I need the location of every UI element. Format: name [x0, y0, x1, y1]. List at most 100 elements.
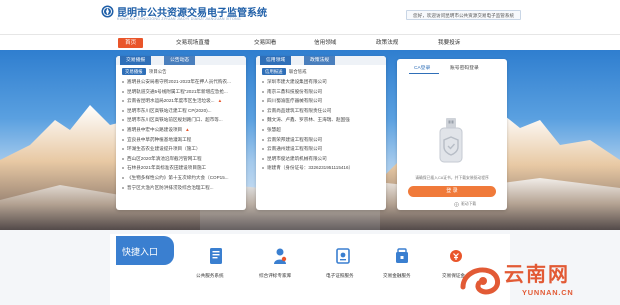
header: 昆明市公共资源交易电子监管系统 KUNMING GONGGONG ZIYUAN … [0, 0, 620, 34]
quick-item-expert-library[interactable]: 综合评标专家库 [259, 273, 291, 279]
login-button[interactable]: 登 录 [408, 186, 496, 197]
table-cell: 谢建青（身份证号：3326231951115416） [267, 165, 354, 171]
hot-flame-icon: ▲ [185, 126, 190, 132]
table-cell: 深圳市建大建设集团有限公司 [267, 79, 327, 84]
list-item[interactable]: 环湖生态农业建设提升项目（施工） [120, 144, 242, 154]
list-item[interactable]: 昆明市东川区高铁站前区规划路门口、超市等... [120, 115, 242, 125]
table-row[interactable]: 南京三鼎科技股份有限公司 [260, 87, 382, 97]
bullet-icon [262, 100, 264, 103]
bullet-icon [262, 128, 264, 131]
bullet-icon [122, 128, 124, 131]
table-row[interactable]: 云南尚品建筑工程有限责任公司 [260, 106, 382, 116]
bullet-icon [262, 109, 264, 112]
active-tab-underline [409, 73, 439, 74]
public-service-icon[interactable] [209, 247, 223, 265]
bullet-icon [122, 81, 124, 83]
e-license-icon[interactable] [336, 247, 350, 265]
nav-policy[interactable]: 政策法规 [376, 38, 398, 48]
table-row[interactable]: 张慧超 [260, 125, 382, 135]
quick-item-public-service[interactable]: 公共服务系统 [196, 273, 224, 279]
nav-replay[interactable]: 交易回看 [254, 38, 276, 48]
bullet-icon [262, 119, 264, 122]
quick-item-e-license[interactable]: 电子证照服务 [326, 273, 354, 279]
trading-news-panel: 交易播报 公告动态 交易播报 项目公告 嵩明县公安局看守所2021-2023年在… [116, 56, 246, 210]
tab-password-login[interactable]: 账号密码登录 [450, 64, 479, 71]
list-item[interactable]: 昆明市东川区高铁站迁建工程 CP(2020)... [120, 106, 242, 116]
bullet-icon [262, 148, 264, 151]
list-item[interactable]: 宜良县中草药种植基地灌溉工程 [120, 135, 242, 145]
list-item[interactable]: 嵩明县中宏中公路建设项目 ▲ [120, 125, 242, 135]
quick-item-finance-service[interactable]: 交易金融服务 [383, 273, 411, 279]
table-cell: 张慧超 [267, 126, 281, 132]
table-cell: 云南通州建设工程有限公司 [267, 146, 323, 152]
list-item[interactable]: 西山区2020年滇池沿岸截污管网工程 [120, 154, 242, 164]
quick-entry-title: 快捷入口 [122, 247, 159, 257]
hot-flame-icon: ▲ [217, 98, 223, 104]
tab-notice-updates[interactable]: 公告动态 [164, 56, 196, 65]
tab-credit-field[interactable]: 信用领域 [260, 56, 292, 65]
download-icon [454, 202, 459, 207]
nav-home[interactable]: 首页 [118, 38, 144, 48]
emblem-icon [101, 5, 114, 18]
table-row[interactable]: 四川蜀渝医疗器械有限公司 [260, 96, 382, 106]
trading-panel-tabs: 交易播报 公告动态 [116, 56, 246, 65]
table-cell: 云南尚品建筑工程有限责任公司 [267, 107, 332, 113]
watermark-en: YUNNAN.CN [522, 288, 574, 297]
nav-complaint[interactable]: 我要投诉 [438, 38, 460, 48]
bullet-icon [262, 81, 264, 83]
bullet-icon [122, 100, 124, 103]
bullet-icon [262, 138, 264, 141]
credit-panel-tabs: 信用领域 政策法规 [256, 56, 386, 65]
list-item[interactable]: 《生物多样性公约》第十五次缔约大会（COP15... [120, 173, 242, 183]
table-row[interactable]: 云南通州建设工程有限公司 [260, 144, 382, 154]
list-item[interactable]: 石林县2021年高标准农田建设项目施工 [120, 163, 242, 173]
nav-credit[interactable]: 信用领域 [314, 38, 336, 48]
table-row[interactable]: 昆明市俊达建筑机械有限公司 [260, 154, 382, 164]
credit-panel: 信用领域 政策法规 信用报送 联合惩戒 深圳市建大建设集团有限公司 南京三鼎科技股… [256, 56, 386, 210]
table-cell: 南京三鼎科技股份有限公司 [267, 88, 323, 94]
login-hint-text: 请确保已插入CA证书，并下载安装驱动程序 [415, 176, 489, 180]
subtab-project-notice[interactable]: 项目公告 [146, 68, 170, 75]
list-item[interactable]: 嵩明县公安局看守所2021-2023年在押人员代购农... [120, 77, 242, 87]
list-item[interactable]: 晋宁区大渔片区防洪排涝及综合治理工程... [120, 183, 242, 193]
bullet-icon [122, 109, 124, 112]
main-nav: 首页 交易现场直播 交易回看 信用领域 政策法规 我要投诉 [0, 34, 620, 50]
table-cell: 云南荣邦建设工程有限公司 [267, 136, 323, 142]
driver-download-link[interactable]: 驱动下载 [461, 202, 476, 207]
expert-library-icon[interactable] [273, 247, 287, 265]
table-cell: 昆明市俊达建筑机械有限公司 [267, 155, 327, 161]
table-row[interactable]: 深圳市建大建设集团有限公司 [260, 77, 382, 87]
login-card: CA登录 账号密码登录 请确保已插入CA证书，并下载安装驱动程序 登 录 驱动下… [397, 59, 507, 210]
subtab-broadcast[interactable]: 交易播报 [122, 68, 146, 75]
bullet-icon [122, 186, 124, 189]
bullet-icon [122, 176, 124, 179]
bullet-icon [122, 119, 124, 122]
table-row[interactable]: 谢建青（身份证号：3326231951115416） [260, 163, 382, 173]
subtab-credit-report[interactable]: 信用报送 [262, 68, 286, 75]
tab-trading-broadcast[interactable]: 交易播报 [120, 56, 152, 65]
bullet-icon [122, 167, 124, 170]
nav-live[interactable]: 交易现场直播 [176, 38, 210, 48]
table-cell: 四川蜀渝医疗器械有限公司 [267, 98, 323, 104]
list-item[interactable]: 昆明轨道交通5号线附属工程“2021年新增应急抢... [120, 87, 242, 97]
bullet-icon [122, 90, 124, 93]
credit-list: 深圳市建大建设集团有限公司 南京三鼎科技股份有限公司 四川蜀渝医疗器械有限公司云南尚… [260, 77, 382, 173]
tab-ca-login[interactable]: CA登录 [414, 64, 430, 71]
table-cell: 魏文涛、卢鑫、罗宗林、王海瑞、赵国强 [267, 117, 350, 123]
welcome-banner: 您好，欢迎访问昆明市公共资源交易电子监管系统 [406, 10, 522, 20]
watermark-cn: 云南网 [504, 264, 570, 286]
subtab-joint-discipline[interactable]: 联合惩戒 [286, 68, 310, 75]
table-row[interactable]: 魏文涛、卢鑫、罗宗林、王海瑞、赵国强 [260, 115, 382, 125]
table-row[interactable]: 云南荣邦建设工程有限公司 [260, 135, 382, 145]
bullet-icon [122, 148, 124, 151]
bullet-icon [262, 90, 264, 93]
tab-policy-rules[interactable]: 政策法规 [304, 56, 336, 65]
bullet-icon [262, 167, 264, 170]
bullet-icon [122, 157, 124, 160]
site-subtitle: KUNMING GONGGONG ZIYUAN JIAOYI DIANZI JI… [117, 17, 241, 21]
list-item[interactable]: 云南省昆明水运局2021年度市区生活垃圾... ▲ [120, 96, 242, 106]
trading-news-list: 嵩明县公安局看守所2021-2023年在押人员代购农... 昆明轨道交通5号线附… [120, 77, 242, 192]
bullet-icon [122, 138, 124, 141]
bullet-icon [262, 157, 264, 160]
finance-service-icon[interactable] [395, 247, 409, 265]
